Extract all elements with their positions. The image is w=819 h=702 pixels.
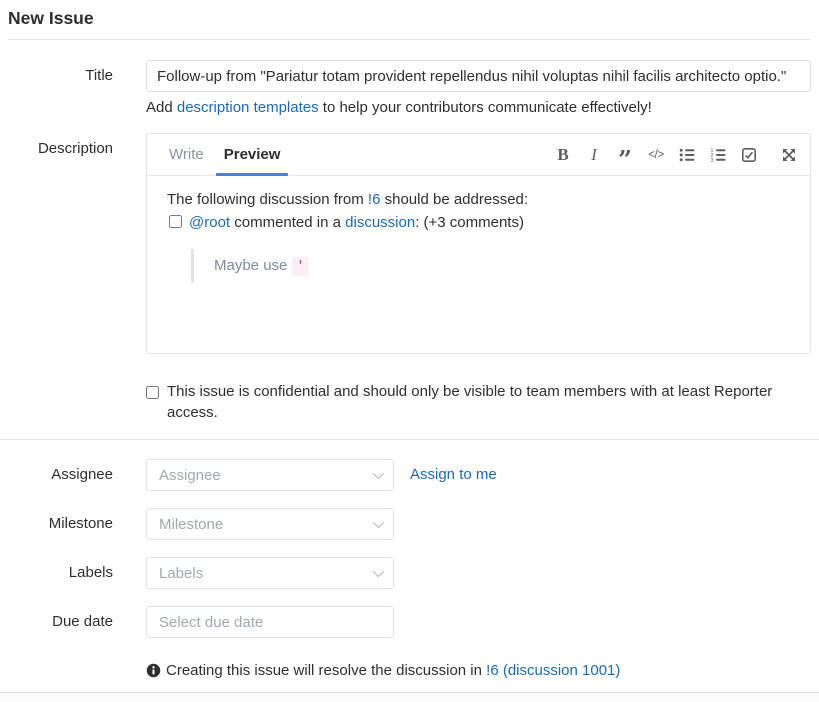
title-input[interactable] bbox=[146, 60, 811, 92]
inline-code: ' bbox=[292, 257, 310, 276]
meta-fields: Assignee Assignee Assign to me Milestone… bbox=[8, 459, 811, 679]
task-item-checkbox[interactable] bbox=[169, 215, 182, 228]
confidential-checkbox[interactable] bbox=[146, 386, 159, 399]
resolve-discussion-link[interactable]: !6 (discussion 1001) bbox=[486, 662, 620, 679]
preview-intro: The following discussion from !6 should … bbox=[167, 191, 790, 208]
user-root-link[interactable]: @root bbox=[189, 214, 230, 231]
chevron-down-icon bbox=[373, 468, 384, 479]
chevron-down-icon bbox=[373, 566, 384, 577]
new-issue-page: New Issue Title Add description template… bbox=[0, 0, 819, 679]
merge-request-link[interactable]: !6 bbox=[368, 191, 381, 208]
markdown-preview: The following discussion from !6 should … bbox=[147, 176, 810, 298]
confidential-row: This issue is confidential and should on… bbox=[146, 382, 811, 423]
due-date-row: Due date bbox=[8, 606, 811, 638]
section-divider bbox=[0, 439, 819, 440]
milestone-dropdown[interactable]: Milestone bbox=[146, 508, 394, 540]
tab-preview[interactable]: Preview bbox=[214, 134, 291, 175]
title-label: Title bbox=[8, 60, 113, 92]
bullet-list-icon[interactable] bbox=[678, 145, 696, 165]
info-icon bbox=[146, 663, 161, 678]
svg-text:3: 3 bbox=[711, 158, 714, 163]
task-item-suffix: : (+3 comments) bbox=[415, 214, 524, 231]
milestone-placeholder: Milestone bbox=[159, 516, 373, 533]
labels-row: Labels Labels bbox=[8, 557, 811, 589]
task-item-middle: commented in a bbox=[230, 214, 345, 231]
markdown-toolbar: B I ” </> 1 bbox=[541, 134, 798, 175]
title-row: Title bbox=[8, 60, 811, 92]
code-icon[interactable]: </> bbox=[647, 145, 665, 165]
markdown-editor-header: Write Preview B I ” </> bbox=[147, 134, 810, 176]
note-text: Creating this issue will resolve the dis… bbox=[166, 662, 482, 679]
confidential-label[interactable]: This issue is confidential and should on… bbox=[167, 382, 799, 423]
assignee-placeholder: Assignee bbox=[159, 467, 373, 484]
task-item-text: @root commented in a discussion: (+3 com… bbox=[189, 214, 524, 231]
page-title: New Issue bbox=[8, 0, 811, 40]
quoted-comment: Maybe use ' bbox=[191, 249, 790, 283]
labels-placeholder: Labels bbox=[159, 565, 373, 582]
helper-prefix: Add bbox=[146, 99, 177, 116]
italic-icon[interactable]: I bbox=[585, 145, 603, 165]
assignee-label: Assignee bbox=[8, 459, 113, 491]
helper-suffix: to help your contributors communicate ef… bbox=[319, 99, 652, 116]
new-issue-form: Title Add description templates to help … bbox=[8, 60, 811, 423]
task-list-item: @root commented in a discussion: (+3 com… bbox=[169, 214, 790, 231]
task-list-icon[interactable] bbox=[740, 145, 758, 165]
description-label: Description bbox=[8, 133, 113, 165]
numbered-list-icon[interactable]: 1 2 3 bbox=[709, 145, 727, 165]
due-date-input[interactable] bbox=[146, 606, 394, 638]
fullscreen-icon[interactable] bbox=[780, 145, 798, 165]
description-row: Description Write Preview B I ” </> bbox=[8, 133, 811, 354]
quote-icon[interactable]: ” bbox=[616, 145, 634, 165]
description-templates-link[interactable]: description templates bbox=[177, 99, 319, 116]
milestone-label: Milestone bbox=[8, 508, 113, 540]
labels-dropdown[interactable]: Labels bbox=[146, 557, 394, 589]
milestone-row: Milestone Milestone bbox=[8, 508, 811, 540]
bold-icon[interactable]: B bbox=[554, 145, 572, 165]
quote-text: Maybe use bbox=[214, 257, 292, 274]
labels-label: Labels bbox=[8, 557, 113, 589]
form-actions-footer bbox=[0, 692, 819, 702]
due-date-label: Due date bbox=[8, 606, 113, 638]
assignee-row: Assignee Assignee Assign to me bbox=[8, 459, 811, 491]
resolve-discussion-note: Creating this issue will resolve the dis… bbox=[146, 662, 811, 679]
assignee-dropdown[interactable]: Assignee bbox=[146, 459, 394, 491]
discussion-link[interactable]: discussion bbox=[345, 214, 415, 231]
preview-intro-text: The following discussion from bbox=[167, 191, 368, 208]
chevron-down-icon bbox=[373, 517, 384, 528]
preview-intro-suffix: should be addressed: bbox=[380, 191, 528, 208]
assign-to-me-link[interactable]: Assign to me bbox=[410, 459, 497, 491]
description-templates-helper: Add description templates to help your c… bbox=[146, 99, 811, 116]
markdown-editor: Write Preview B I ” </> bbox=[146, 133, 811, 354]
tab-write[interactable]: Write bbox=[159, 134, 214, 175]
